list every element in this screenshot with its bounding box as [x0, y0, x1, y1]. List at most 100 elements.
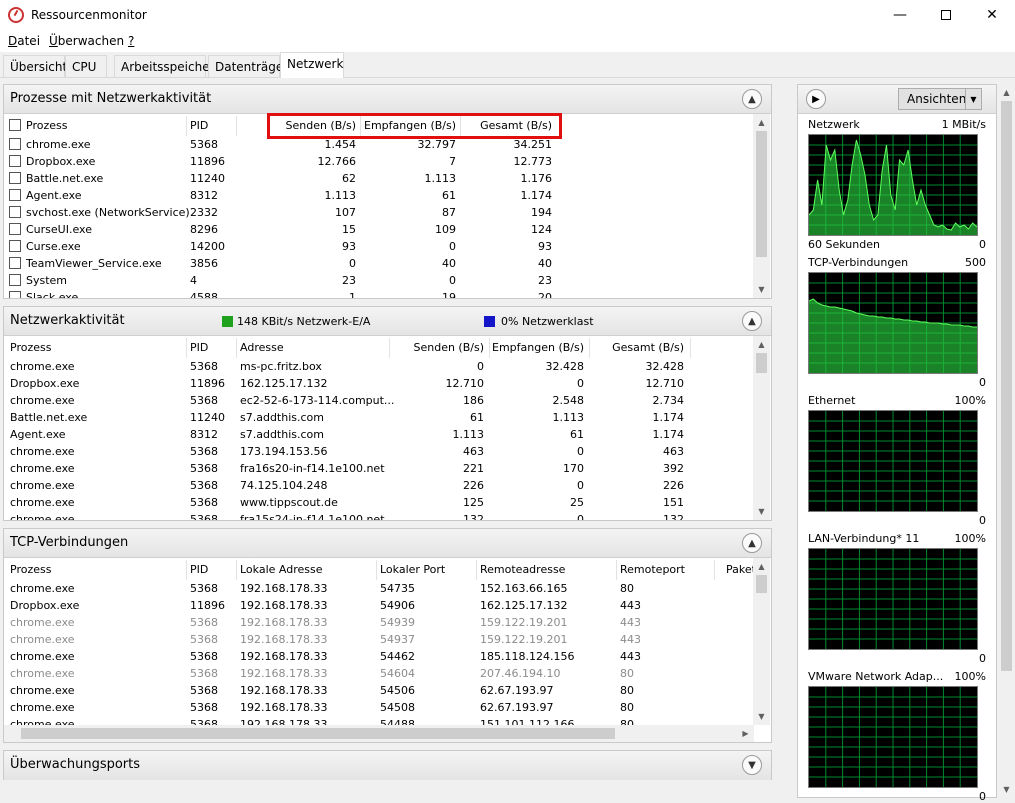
ports-expand-button[interactable]: ▼: [742, 755, 762, 775]
row-checkbox[interactable]: [9, 138, 21, 150]
tcp-scrollbar[interactable]: ▲ ▼: [753, 558, 770, 725]
col-lokaler-port[interactable]: Lokaler Port: [380, 563, 445, 576]
tcp-panel-header[interactable]: TCP-Verbindungen ▲: [4, 529, 771, 558]
menu-datei[interactable]: Datei: [8, 34, 40, 48]
table-row[interactable]: TeamViewer_Service.exe 3856 0 40 40: [4, 255, 756, 272]
table-row[interactable]: chrome.exe 5368 fra16s20-in-f14.1e100.net 2…: [4, 460, 756, 477]
row-checkbox[interactable]: [9, 206, 21, 218]
network-panel-header[interactable]: Netzwerkaktivität 148 KBit/s Netzwerk-E/…: [4, 307, 771, 336]
tcp-hscroll-thumb[interactable]: [21, 728, 615, 739]
table-row[interactable]: System 4 23 0 23: [4, 272, 756, 289]
table-row[interactable]: chrome.exe 5368 192.168.178.33 54735 152.163…: [4, 580, 756, 597]
col-prozess[interactable]: Prozess: [10, 341, 51, 354]
table-row[interactable]: chrome.exe 5368 192.168.178.33 54488 151.101…: [4, 716, 756, 725]
table-row[interactable]: chrome.exe 5368 192.168.178.33 54462 185.118…: [4, 648, 756, 665]
col-paket[interactable]: Paket: [726, 563, 756, 576]
table-row[interactable]: Dropbox.exe 11896 162.125.17.132 12.710 0 12.…: [4, 375, 756, 392]
processes-collapse-button[interactable]: ▲: [742, 89, 762, 109]
ports-panel-header[interactable]: Überwachungsports ▼: [4, 751, 771, 780]
processes-scrollbar[interactable]: ▲ ▼: [753, 114, 770, 298]
col-empfangen[interactable]: Empfangen (B/s): [492, 341, 584, 354]
row-checkbox[interactable]: [9, 223, 21, 235]
close-button[interactable]: ✕: [969, 0, 1015, 30]
table-row[interactable]: Curse.exe 14200 93 0 93: [4, 238, 756, 255]
table-row[interactable]: Battle.net.exe 11240 62 1.113 1.176: [4, 170, 756, 187]
table-row[interactable]: chrome.exe 5368 192.168.178.33 54937 159.122…: [4, 631, 756, 648]
views-button[interactable]: Ansichten ▼: [898, 88, 982, 110]
row-checkbox[interactable]: [9, 189, 21, 201]
col-remoteadresse[interactable]: Remoteadresse: [480, 563, 565, 576]
table-row[interactable]: Dropbox.exe 11896 12.766 7 12.773: [4, 153, 756, 170]
scroll-up-icon[interactable]: ▲: [753, 114, 770, 131]
col-gesamt[interactable]: Gesamt (B/s): [594, 341, 684, 354]
tab-uebersicht[interactable]: Übersicht: [3, 55, 67, 77]
scroll-down-icon[interactable]: ▼: [753, 708, 770, 725]
tab-datentraeger[interactable]: Datenträger: [208, 55, 288, 77]
row-checkbox[interactable]: [9, 274, 21, 286]
table-row[interactable]: chrome.exe 5368 1.454 32.797 34.251: [4, 136, 756, 153]
table-row[interactable]: Dropbox.exe 11896 192.168.178.33 54906 162.1…: [4, 597, 756, 614]
table-row[interactable]: chrome.exe 5368 www.tippscout.de 125 25 151: [4, 494, 756, 511]
table-row[interactable]: Agent.exe 8312 1.113 61 1.174: [4, 187, 756, 204]
table-row[interactable]: Battle.net.exe 11240 s7.addthis.com 61 1.113…: [4, 409, 756, 426]
col-adresse[interactable]: Adresse: [240, 341, 284, 354]
scroll-up-icon[interactable]: ▲: [753, 336, 770, 353]
process-name: chrome.exe: [10, 513, 75, 520]
chevron-up-icon: ▲: [748, 537, 756, 549]
col-senden[interactable]: Senden (B/s): [394, 341, 484, 354]
table-row[interactable]: chrome.exe 5368 192.168.178.33 54508 62.67.1…: [4, 699, 756, 716]
scroll-down-icon[interactable]: ▼: [753, 503, 770, 520]
table-row[interactable]: svchost.exe (NetworkService) 2332 107 87 194: [4, 204, 756, 221]
graph-pane-scroll-thumb[interactable]: [1001, 101, 1012, 671]
tcp-scroll-thumb[interactable]: [756, 575, 767, 593]
scroll-down-icon[interactable]: ▼: [998, 781, 1015, 798]
col-prozess[interactable]: Prozess: [10, 563, 51, 576]
tcp-hscrollbar[interactable]: ▶: [4, 725, 754, 742]
minimize-button[interactable]: —: [877, 0, 923, 30]
tcp-collapse-button[interactable]: ▲: [742, 533, 762, 553]
table-row[interactable]: CurseUI.exe 8296 15 109 124: [4, 221, 756, 238]
col-remoteport[interactable]: Remoteport: [620, 563, 685, 576]
col-lokale-adresse[interactable]: Lokale Adresse: [240, 563, 323, 576]
tab-arbeitsspeicher[interactable]: Arbeitsspeicher: [114, 55, 215, 77]
row-checkbox[interactable]: [9, 172, 21, 184]
tab-cpu[interactable]: CPU: [65, 55, 107, 77]
row-checkbox[interactable]: [9, 155, 21, 167]
table-row[interactable]: chrome.exe 5368 192.168.178.33 54604 207.46.…: [4, 665, 756, 682]
table-row[interactable]: chrome.exe 5368 192.168.178.33 54939 159.122…: [4, 614, 756, 631]
scroll-down-icon[interactable]: ▼: [753, 281, 770, 298]
scroll-right-icon[interactable]: ▶: [737, 725, 754, 742]
table-row[interactable]: Agent.exe 8312 s7.addthis.com 1.113 61 1.174: [4, 426, 756, 443]
col-pid[interactable]: PID: [190, 119, 208, 132]
row-checkbox[interactable]: [9, 257, 21, 269]
processes-scroll-thumb[interactable]: [756, 131, 767, 257]
col-pid[interactable]: PID: [190, 563, 208, 576]
table-row[interactable]: chrome.exe 5368 74.125.104.248 226 0 226: [4, 477, 756, 494]
row-checkbox[interactable]: [9, 240, 21, 252]
select-all-checkbox[interactable]: [9, 119, 21, 131]
network-scroll-thumb[interactable]: [756, 353, 767, 373]
maximize-button[interactable]: [923, 0, 969, 30]
tab-netzwerk[interactable]: Netzwerk: [280, 52, 344, 78]
table-row[interactable]: Slack.exe 4588 1 19 20: [4, 289, 756, 298]
table-row[interactable]: chrome.exe 5368 ec2-52-6-173-114.comput...…: [4, 392, 756, 409]
collapse-graphs-button[interactable]: ▶: [806, 89, 826, 109]
row-checkbox[interactable]: [9, 291, 21, 298]
network-scrollbar[interactable]: ▲ ▼: [753, 336, 770, 520]
table-row[interactable]: chrome.exe 5368 173.194.153.56 463 0 463: [4, 443, 756, 460]
scroll-up-icon[interactable]: ▲: [753, 558, 770, 575]
scroll-up-icon[interactable]: ▲: [998, 84, 1015, 101]
table-row[interactable]: chrome.exe 5368 192.168.178.33 54506 62.67.1…: [4, 682, 756, 699]
dropdown-arrow-icon: ▼: [965, 89, 981, 109]
pid: 8312: [190, 428, 218, 441]
processes-panel-header[interactable]: Prozesse mit Netzwerkaktivität ▲: [4, 85, 771, 114]
table-row[interactable]: chrome.exe 5368 ms-pc.fritz.box 0 32.428 32.4…: [4, 358, 756, 375]
network-collapse-button[interactable]: ▲: [742, 311, 762, 331]
col-pid[interactable]: PID: [190, 341, 208, 354]
table-row[interactable]: chrome.exe 5368 fra15s24-in-f14.1e100.net 1…: [4, 511, 756, 520]
col-prozess[interactable]: Prozess: [26, 119, 67, 132]
menu-help[interactable]: ?: [128, 34, 134, 48]
menu-ueberwachen[interactable]: Überwachen: [49, 34, 124, 48]
graph-pane-scrollbar[interactable]: ▲ ▼: [998, 84, 1015, 798]
remote-port: 80: [620, 684, 634, 697]
